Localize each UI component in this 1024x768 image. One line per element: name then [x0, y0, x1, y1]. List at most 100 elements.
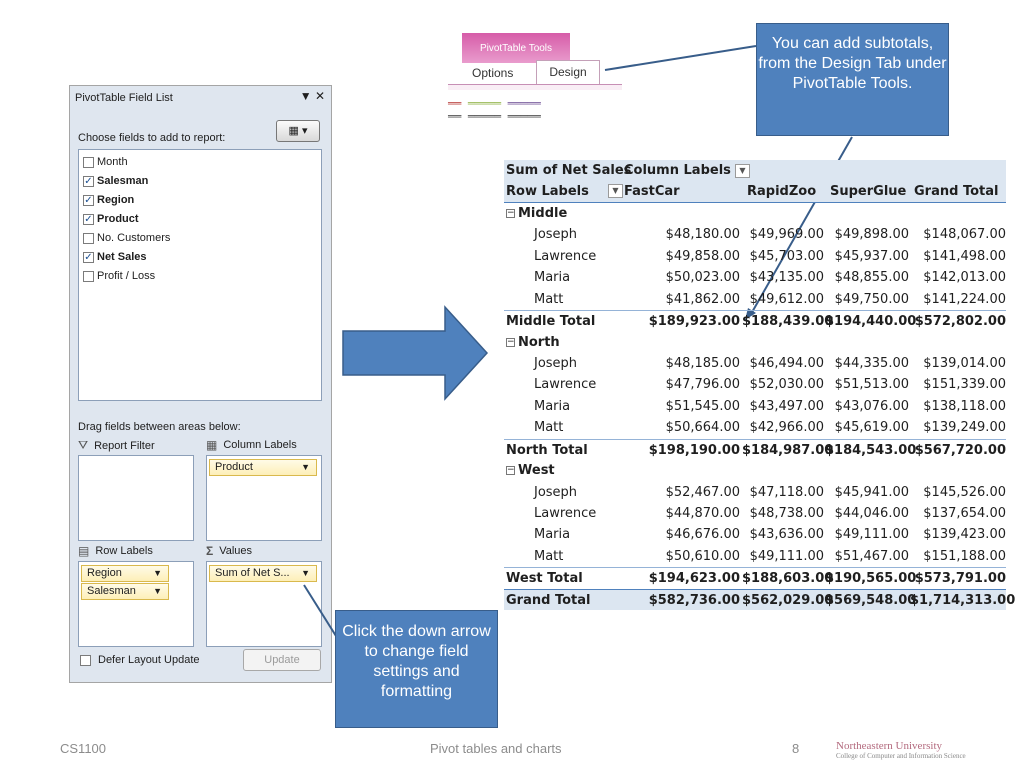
value-cell: $137,654.00	[923, 506, 1006, 521]
value-cell: $50,664.00	[665, 420, 740, 436]
value-cell: $184,543.00	[825, 442, 917, 458]
salesman-name: Maria	[534, 398, 571, 414]
row-labels-header-text: Row Labels	[506, 184, 589, 200]
column-labels-dropdown-icon[interactable]: ▼	[734, 163, 750, 178]
value-cell: $142,013.00	[923, 270, 1006, 286]
table-row: Lawrence $49,858.00 $45,703.00 $45,937.00 $1…	[504, 246, 1006, 267]
salesman-name: Lawrence	[534, 248, 597, 264]
value-cell: $49,111.00	[834, 527, 909, 543]
footer-course: CS1100	[60, 741, 107, 756]
region-header[interactable]: − West	[506, 460, 555, 481]
value-cell: $48,855.00	[834, 270, 909, 286]
salesman-name: Lawrence	[534, 377, 597, 393]
grand-total-cell: $562,029.00	[742, 592, 834, 608]
value-cell: $141,498.00	[923, 248, 1006, 264]
value-cell: $572,802.00	[914, 314, 1006, 330]
logo-line-1: Northeastern University	[836, 740, 942, 752]
region-header-row: − North	[504, 332, 1006, 353]
value-cell: $49,750.00	[834, 291, 909, 307]
value-cell: $43,636.00	[749, 527, 824, 543]
value-cell: $52,467.00	[665, 484, 740, 500]
value-cell: $49,612.00	[749, 291, 824, 307]
value-cell: $47,118.00	[749, 484, 824, 500]
table-row: Matt $50,610.00 $49,111.00 $51,467.00 $151,1…	[504, 546, 1006, 567]
value-cell: $189,923.00	[648, 314, 740, 330]
logo-line-2: College of Computer and Information Scie…	[836, 752, 966, 760]
column-header-superglue: SuperGlue	[830, 184, 907, 200]
collapse-icon[interactable]: −	[506, 337, 515, 347]
value-cell: $52,030.00	[749, 377, 824, 393]
value-cell: $50,610.00	[665, 548, 740, 564]
value-cell: $188,439.00	[742, 314, 834, 330]
value-cell: $47,796.00	[665, 377, 740, 393]
value-cell: $41,862.00	[665, 291, 740, 307]
value-cell: $138,118.00	[923, 398, 1006, 414]
pivot-corner-label: Sum of Net Sales	[506, 163, 632, 178]
region-name: North	[518, 334, 560, 350]
region-header[interactable]: − North	[506, 332, 560, 353]
row-labels-dropdown-icon[interactable]: ▼	[608, 184, 623, 199]
value-cell: $198,190.00	[648, 442, 740, 458]
column-header-rapidzoo: RapidZoo	[747, 184, 817, 200]
salesman-name: Joseph	[534, 355, 578, 371]
row-labels-header: Row Labels	[506, 181, 589, 202]
pivot-table: Sum of Net Sales Column Labels ▼ Row Labe…	[504, 160, 1015, 611]
pivot-header-row-1: Sum of Net Sales Column Labels ▼	[504, 160, 1006, 182]
value-cell: $184,987.00	[742, 442, 834, 458]
value-cell: $573,791.00	[914, 571, 1006, 587]
footer-page-number: 8	[792, 741, 800, 756]
callout-field-settings: Click the down arrow to change field set…	[335, 610, 498, 728]
salesman-name: Joseph	[534, 227, 578, 243]
table-row: Matt $50,664.00 $42,966.00 $45,619.00 $139,2…	[504, 417, 1006, 438]
region-total-row: North Total $198,190.00 $184,987.00 $184,54…	[504, 438, 1006, 460]
table-row: Joseph $52,467.00 $47,118.00 $45,941.00 $145…	[504, 482, 1006, 503]
value-cell: $45,937.00	[834, 248, 909, 264]
grand-total-row: Grand Total $582,736.00 $562,029.00 $569…	[504, 588, 1015, 611]
value-cell: $151,339.00	[923, 377, 1006, 393]
salesman-name: Maria	[534, 270, 571, 286]
value-cell: $194,440.00	[825, 314, 917, 330]
pivot-body: − Middle Joseph $48,180.00 $49,969.00 $49,898…	[504, 203, 1006, 589]
collapse-icon[interactable]: −	[506, 208, 515, 218]
table-row: Maria $46,676.00 $43,636.00 $49,111.00 $139,…	[504, 524, 1006, 545]
region-header-row: − Middle	[504, 203, 1006, 224]
region-total-label: West Total	[506, 571, 583, 587]
region-total-row: West Total $194,623.00 $188,603.00 $190,565…	[504, 567, 1006, 588]
value-cell: $194,623.00	[648, 571, 740, 587]
column-labels-header-text: Column Labels	[624, 163, 731, 178]
column-header-fastcar: FastCar	[624, 184, 680, 200]
region-name: Middle	[518, 205, 568, 221]
value-cell: $190,565.00	[825, 571, 917, 587]
value-cell: $51,545.00	[665, 398, 740, 414]
value-cell: $49,858.00	[665, 248, 740, 264]
value-cell: $44,335.00	[834, 355, 909, 371]
value-cell: $45,703.00	[749, 248, 824, 264]
value-cell: $567,720.00	[914, 442, 1006, 458]
grand-total-cell: $582,736.00	[648, 592, 740, 608]
collapse-icon[interactable]: −	[506, 466, 515, 476]
value-cell: $49,969.00	[749, 227, 824, 243]
value-cell: $48,180.00	[665, 227, 740, 243]
value-cell: $42,966.00	[749, 420, 824, 436]
region-total-row: Middle Total $189,923.00 $188,439.00 $194,4…	[504, 310, 1006, 331]
salesman-name: Lawrence	[534, 506, 597, 521]
value-cell: $49,898.00	[834, 227, 909, 243]
value-cell: $51,513.00	[834, 377, 909, 393]
table-row: Matt $41,862.00 $49,612.00 $49,750.00 $141,2…	[504, 289, 1006, 310]
grand-total-cell: $569,548.00	[825, 592, 917, 608]
region-header[interactable]: − Middle	[506, 203, 567, 224]
value-cell: $44,046.00	[834, 506, 909, 521]
salesman-name: Matt	[534, 420, 564, 436]
column-header-grand-total: Grand Total	[914, 184, 999, 200]
salesman-name: Maria	[534, 527, 571, 543]
value-cell: $139,423.00	[923, 527, 1006, 543]
grand-total-label: Grand Total	[506, 592, 591, 608]
region-total-label: Middle Total	[506, 314, 596, 330]
salesman-name: Matt	[534, 548, 564, 564]
value-cell: $145,526.00	[923, 484, 1006, 500]
column-labels-header: Column Labels ▼	[624, 160, 750, 181]
salesman-name: Matt	[534, 291, 564, 307]
table-row: Joseph $48,180.00 $49,969.00 $49,898.00 $148…	[504, 224, 1006, 245]
region-header-row: − West	[504, 460, 1006, 481]
value-cell: $43,135.00	[749, 270, 824, 286]
